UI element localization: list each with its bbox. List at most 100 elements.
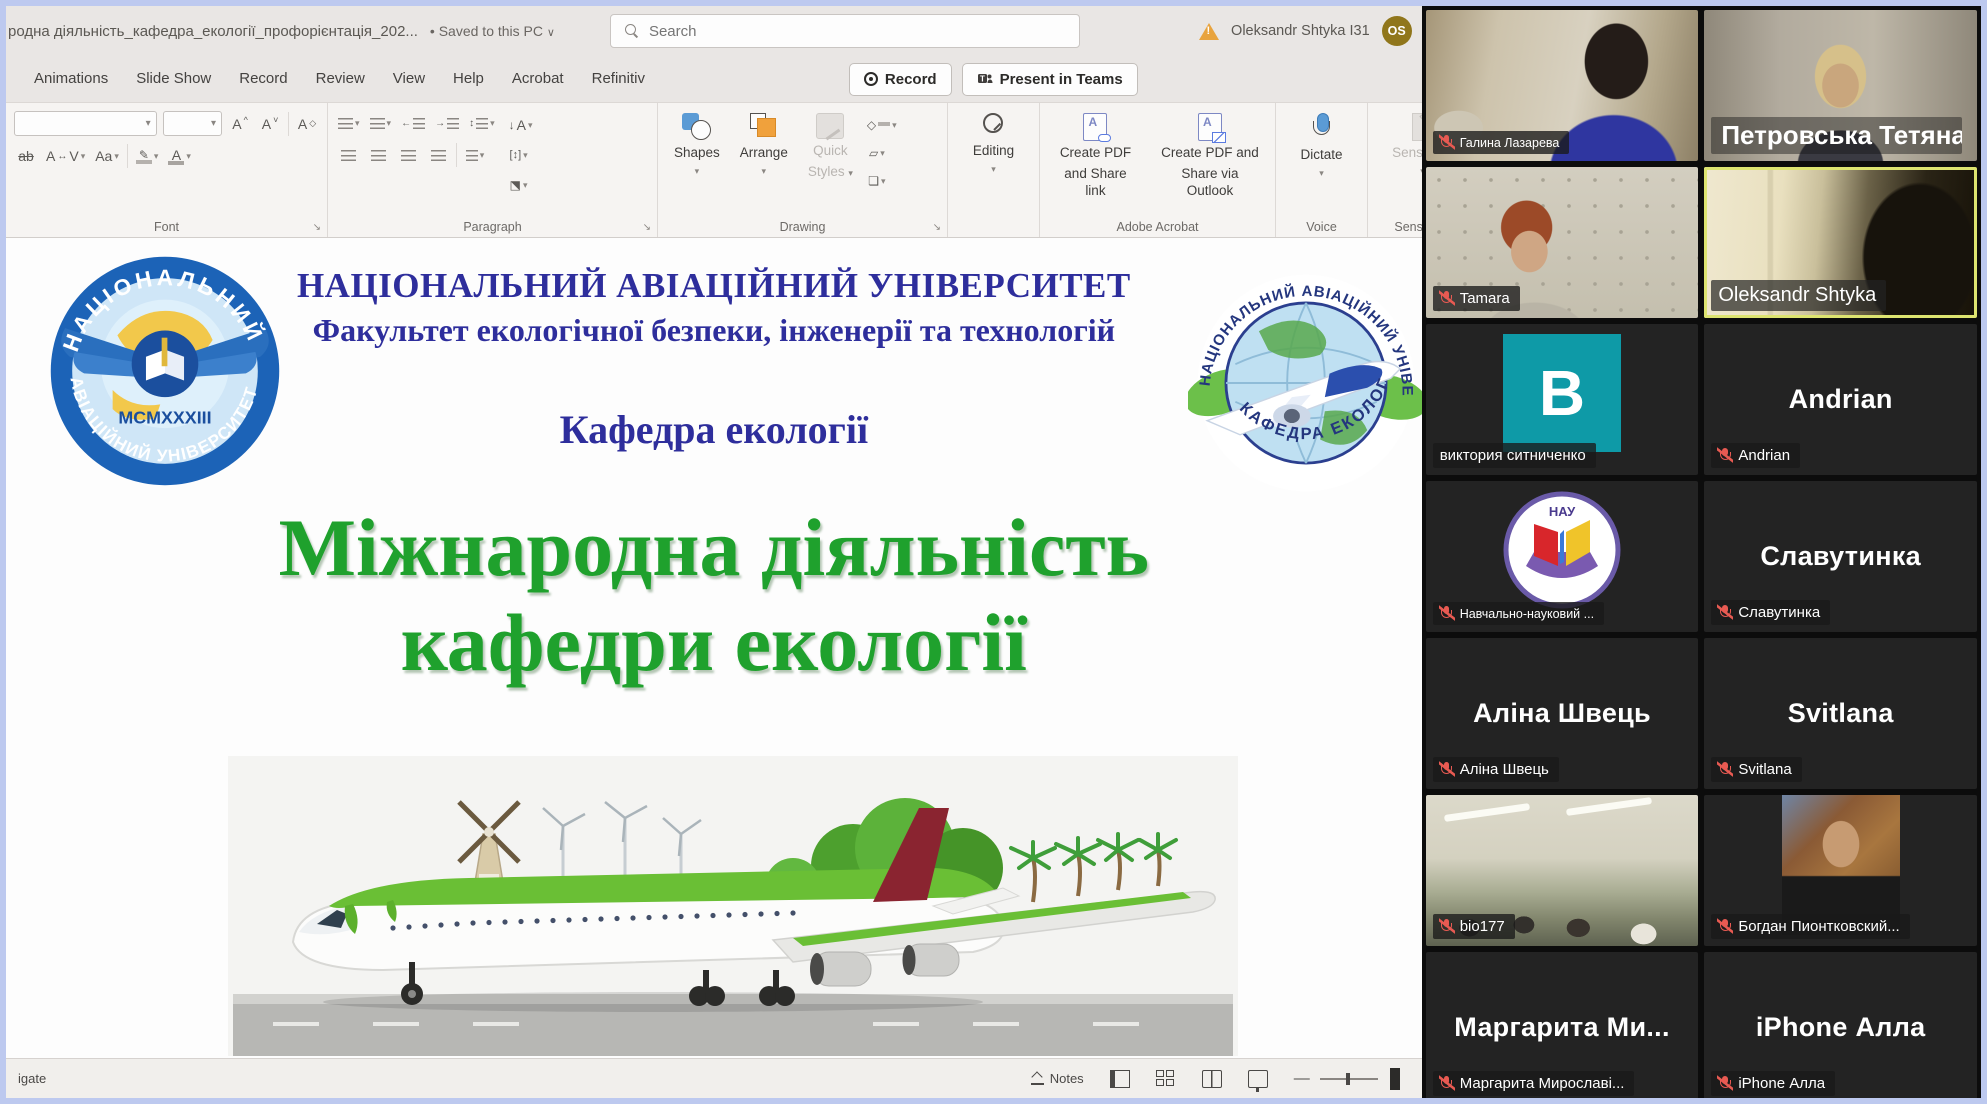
search-icon (625, 24, 639, 38)
increase-font-button[interactable]: A^ (228, 112, 252, 136)
tab-acrobat[interactable]: Acrobat (498, 56, 578, 102)
shapes-button[interactable]: Shapes▾ (666, 111, 728, 193)
clear-formatting-button[interactable]: A◇ (295, 112, 319, 136)
highlight-color-button[interactable]: ✎▾ (134, 144, 161, 168)
zoom-in-button[interactable] (1390, 1068, 1400, 1090)
participant-name: Tamara (1460, 290, 1510, 307)
font-color-button[interactable]: A▾ (166, 144, 193, 168)
create-pdf-share-link-button[interactable]: Create PDFand Share link (1048, 111, 1143, 202)
editing-group: Editing▾ (948, 103, 1040, 237)
warning-icon[interactable] (1199, 23, 1219, 40)
editing-find-icon (981, 113, 1007, 139)
participant-tile[interactable]: Svitlana Svitlana (1704, 638, 1977, 789)
participant-tile[interactable]: iPhone Алла iPhone Алла (1704, 952, 1977, 1098)
align-text-button[interactable]: [↕]▾ (507, 143, 531, 167)
record-icon (864, 72, 878, 86)
participant-tile[interactable]: Аліна Швець Аліна Швець (1426, 638, 1699, 789)
decrease-font-button[interactable]: A˅ (258, 112, 282, 136)
zoom-slider[interactable] (1320, 1078, 1378, 1080)
columns-button[interactable]: ▾ (463, 143, 487, 167)
reading-view-button[interactable] (1202, 1070, 1222, 1088)
zoom-control[interactable]: — (1294, 1068, 1400, 1090)
slide-university-line: НАЦІОНАЛЬНИЙ АВІАЦІЙНИЙ УНІВЕРСИТЕТ (256, 266, 1172, 306)
participant-tile[interactable]: Andrian Andrian (1704, 324, 1977, 475)
slide-canvas[interactable]: НАЦІОНАЛЬНИЙ АВІАЦІЙНИЙ УНІВЕРСИТЕТ Факу… (6, 238, 1422, 1058)
participant-tile[interactable]: Tamara (1426, 167, 1699, 318)
participant-tile[interactable]: НАУ Навчально-науковий ... (1426, 481, 1699, 632)
dictate-button[interactable]: Dictate▾ (1284, 111, 1359, 181)
slide-main-title: Міжнародна діяльність кафедри екології (66, 500, 1362, 690)
account-name[interactable]: Oleksandr Shtyka I31 (1231, 23, 1370, 39)
editing-button[interactable]: Editing▾ (956, 111, 1031, 177)
search-box[interactable] (610, 14, 1080, 48)
notes-icon (1031, 1073, 1044, 1085)
participant-name: Навчально-науковий ... (1460, 607, 1594, 621)
smartart-button[interactable]: ⬔▾ (507, 173, 531, 197)
participant-tile[interactable]: Богдан Пионтковский... (1704, 795, 1977, 946)
shape-fill-button[interactable]: ◇▾ (865, 113, 899, 137)
tab-review[interactable]: Review (302, 56, 379, 102)
letter-avatar: В (1503, 334, 1621, 452)
drawing-dialog-launcher[interactable]: ↘ (933, 222, 941, 233)
voice-group: Dictate▾ Voice (1276, 103, 1368, 237)
font-name-combo[interactable]: ▾ (14, 111, 157, 136)
align-center-button[interactable] (366, 143, 390, 167)
text-direction-button[interactable]: ↓A▾ (507, 113, 535, 137)
participant-name: Аліна Швець (1460, 761, 1549, 778)
record-button[interactable]: Record (849, 63, 952, 96)
dictate-mic-icon (1313, 113, 1331, 143)
tab-help[interactable]: Help (439, 56, 498, 102)
sensitivity-button[interactable]: Sensitivity▾ (1376, 111, 1422, 179)
participant-tile[interactable]: В виктория ситниченко (1426, 324, 1699, 475)
participant-tile[interactable]: Петровська Тетяна (1704, 10, 1977, 161)
tab-refinitiv[interactable]: Refinitiv (578, 56, 659, 102)
participant-tile[interactable]: Галина Лазарева (1426, 10, 1699, 161)
participant-tile[interactable]: Славутинка Славутинка (1704, 481, 1977, 632)
notes-button[interactable]: Notes (1031, 1071, 1084, 1086)
create-pdf-share-outlook-button[interactable]: Create PDF andShare via Outlook (1153, 111, 1267, 202)
search-input[interactable] (649, 23, 1065, 40)
participant-tile[interactable]: Маргарита Ми... Маргарита Мирославі... (1426, 952, 1699, 1098)
document-title: родна діяльність_кафедра_екології_профор… (8, 23, 418, 40)
strikethrough-button[interactable]: ab (14, 144, 38, 168)
arrange-button[interactable]: Arrange▾ (732, 111, 796, 193)
autosave-status[interactable]: • Saved to this PC ∨ (430, 23, 555, 39)
svg-text:T: T (980, 75, 985, 84)
justify-button[interactable] (426, 143, 450, 167)
align-right-button[interactable] (396, 143, 420, 167)
change-case-button[interactable]: Aa▾ (93, 144, 121, 168)
participant-tile[interactable]: bio177 (1426, 795, 1699, 946)
mic-muted-icon (1440, 762, 1453, 777)
tab-view[interactable]: View (379, 56, 439, 102)
decrease-indent-button[interactable]: ← (399, 111, 427, 135)
font-size-combo[interactable]: ▾ (163, 111, 222, 136)
slideshow-button[interactable] (1248, 1070, 1268, 1088)
slide-sorter-button[interactable] (1156, 1070, 1176, 1088)
quick-styles-button[interactable]: QuickStyles ▾ (800, 111, 861, 193)
normal-view-button[interactable] (1110, 1070, 1130, 1088)
participant-name: Галина Лазарева (1460, 136, 1560, 150)
mic-muted-icon (1718, 605, 1731, 620)
present-in-teams-button[interactable]: T Present in Teams (962, 63, 1138, 96)
teams-icon: T (977, 71, 993, 87)
tab-record[interactable]: Record (225, 56, 301, 102)
mic-muted-icon (1440, 135, 1453, 150)
account-avatar[interactable]: OS (1382, 16, 1412, 46)
increase-indent-button[interactable]: → (433, 111, 461, 135)
align-left-button[interactable] (336, 143, 360, 167)
tab-slide-show[interactable]: Slide Show (122, 56, 225, 102)
paragraph-dialog-launcher[interactable]: ↘ (643, 222, 651, 233)
shape-outline-button[interactable]: ▱▾ (865, 141, 889, 165)
tab-animations[interactable]: Animations (20, 56, 122, 102)
slide-faculty-line: Факультет екологічної безпеки, інженерії… (256, 312, 1172, 349)
participant-name: Богдан Пионтковский... (1738, 918, 1899, 935)
participant-tile-active-speaker[interactable]: Oleksandr Shtyka (1704, 167, 1977, 318)
numbering-button[interactable]: ▾ (368, 111, 394, 135)
bullets-button[interactable]: ▾ (336, 111, 362, 135)
font-dialog-launcher[interactable]: ↘ (313, 222, 321, 233)
mic-muted-icon (1718, 762, 1731, 777)
zoom-out-button[interactable]: — (1294, 1070, 1310, 1088)
character-spacing-button[interactable]: A↔V▾ (44, 144, 87, 168)
shape-effects-button[interactable]: ❏▾ (865, 169, 889, 193)
line-spacing-button[interactable]: ↕▾ (467, 111, 497, 135)
